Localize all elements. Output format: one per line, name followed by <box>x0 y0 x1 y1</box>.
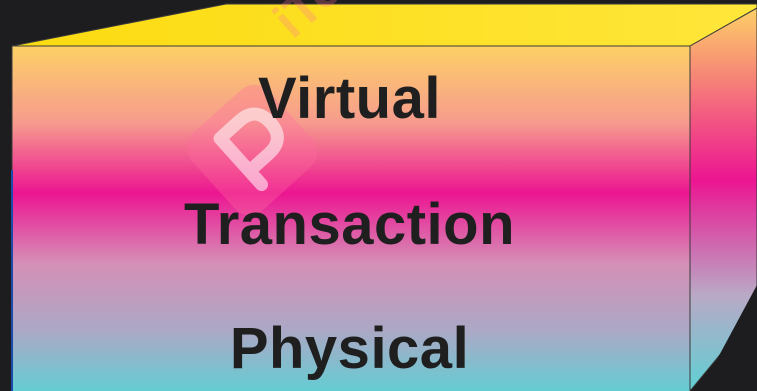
layer-label-virtual: Virtual <box>258 66 441 131</box>
diagram-canvas: iTop Virtual Transaction Physical <box>0 0 757 391</box>
layer-label-physical: Physical <box>229 316 470 381</box>
box-top-face <box>11 3 757 47</box>
layer-label-transaction: Transaction <box>183 192 516 257</box>
